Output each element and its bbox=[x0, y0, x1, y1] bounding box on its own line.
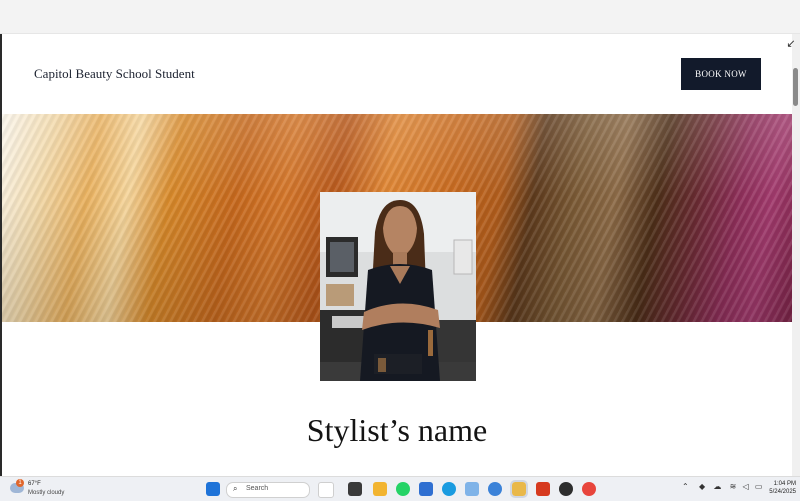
photos-icon[interactable] bbox=[465, 482, 479, 496]
wifi-icon[interactable]: ≋ bbox=[730, 482, 737, 491]
weather-widget[interactable]: 1 67°F Mostly cloudy bbox=[10, 479, 80, 500]
cloud-sync-icon[interactable]: ☁ bbox=[713, 482, 721, 491]
weather-description: Mostly cloudy bbox=[28, 490, 65, 496]
book-now-button[interactable]: BOOK NOW bbox=[681, 58, 761, 90]
volume-icon[interactable]: ◁ bbox=[743, 482, 749, 491]
stylist-name-heading: Stylist’s name bbox=[306, 412, 488, 448]
collapse-arrow-icon[interactable]: ↙ bbox=[785, 38, 797, 50]
app-icon[interactable] bbox=[559, 482, 573, 496]
taskbar-search[interactable]: ⌕ Search bbox=[226, 482, 310, 498]
file-explorer-icon[interactable] bbox=[373, 482, 387, 496]
taskbar-clock[interactable]: 1:04 PM 5/24/2025 bbox=[760, 480, 796, 496]
weather-temperature: 67°F bbox=[28, 481, 41, 487]
system-tray[interactable]: ⌃ ◆ ☁ ≋ ◁ ▭ bbox=[682, 482, 762, 496]
clock-time: 1:04 PM bbox=[773, 481, 796, 487]
windows-taskbar: 1 67°F Mostly cloudy ⌕ Search ⌃ ◆ ☁ ≋ ◁ … bbox=[0, 476, 800, 501]
weather-alert-badge: 1 bbox=[16, 479, 24, 487]
security-icon[interactable]: ◆ bbox=[699, 482, 705, 491]
web-page: Capitol Beauty School Student BOOK NOW S… bbox=[2, 34, 792, 476]
folder-icon[interactable] bbox=[510, 480, 528, 498]
search-label: Search bbox=[246, 485, 269, 492]
browser-top-bar bbox=[0, 0, 800, 34]
graduation-cap-icon[interactable] bbox=[318, 482, 334, 498]
chrome-icon[interactable] bbox=[582, 482, 596, 496]
chevron-up-icon[interactable]: ⌃ bbox=[682, 482, 689, 491]
task-view-icon[interactable] bbox=[348, 482, 362, 496]
windows-start-icon[interactable] bbox=[206, 482, 220, 496]
messenger-icon[interactable] bbox=[488, 482, 502, 496]
whatsapp-icon[interactable] bbox=[396, 482, 410, 496]
page-scrollbar[interactable] bbox=[792, 34, 800, 476]
netflix-icon[interactable] bbox=[536, 482, 550, 496]
stylist-portrait bbox=[320, 192, 476, 381]
stylist-portrait-illustration bbox=[320, 192, 476, 381]
edge-icon[interactable] bbox=[442, 482, 456, 496]
clock-date: 5/24/2025 bbox=[769, 489, 796, 495]
scroll-thumb[interactable] bbox=[793, 68, 798, 106]
search-icon: ⌕ bbox=[233, 484, 238, 493]
outlook-icon[interactable] bbox=[419, 482, 433, 496]
site-title[interactable]: Capitol Beauty School Student bbox=[34, 66, 195, 82]
